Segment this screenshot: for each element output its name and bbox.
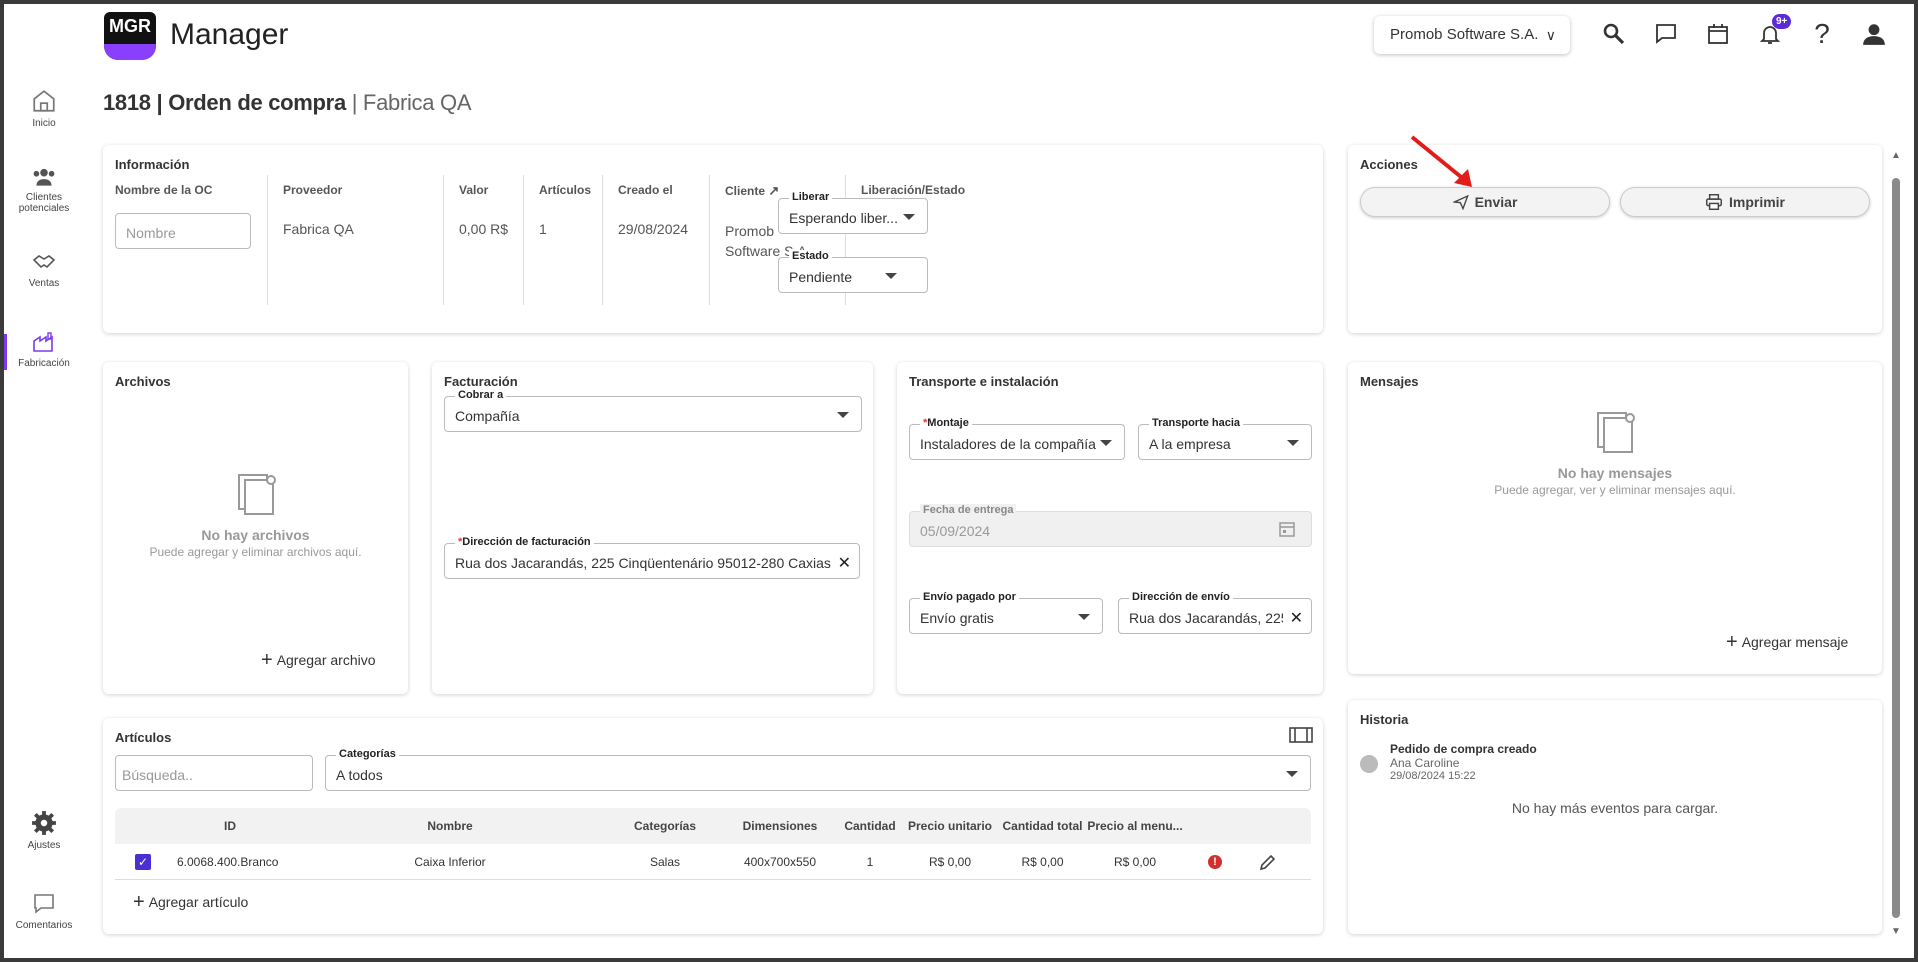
user-icon[interactable] bbox=[1858, 18, 1890, 50]
articles-title: Artículos bbox=[115, 730, 172, 745]
articles-search-input[interactable]: Búsqueda.. bbox=[115, 755, 313, 791]
add-file-button[interactable]: + Agregar archivo bbox=[261, 649, 376, 671]
top-header: MGR Manager Promob Software S.A. ∨ 9+ ? bbox=[100, 10, 1900, 62]
scrollbar-thumb[interactable] bbox=[1892, 178, 1900, 918]
print-button[interactable]: Imprimir bbox=[1620, 187, 1870, 217]
dropdown-arrow-icon bbox=[1286, 771, 1298, 777]
calendar-icon[interactable] bbox=[1702, 18, 1734, 50]
history-card: Historia Pedido de compra creado Ana Car… bbox=[1348, 700, 1882, 934]
sidebar-item-clientes[interactable]: Clientes potenciales bbox=[4, 166, 84, 214]
transport-title: Transporte e instalación bbox=[909, 374, 1059, 389]
help-icon[interactable]: ? bbox=[1806, 18, 1838, 50]
created-col: Creado el 29/08/2024 bbox=[603, 175, 710, 305]
sidebar-item-fabricacion[interactable]: Fabricación bbox=[4, 330, 84, 370]
sidebar-item-ajustes[interactable]: Ajustes bbox=[4, 810, 84, 851]
row-checkbox[interactable]: ✓ bbox=[135, 854, 151, 870]
notification-badge: 9+ bbox=[1772, 14, 1792, 29]
external-link-icon[interactable]: ↗ bbox=[768, 183, 779, 198]
info-title: Información bbox=[115, 157, 190, 172]
messages-title: Mensajes bbox=[1360, 374, 1419, 389]
sidebar-item-ventas[interactable]: Ventas bbox=[4, 250, 84, 289]
home-icon bbox=[33, 90, 55, 112]
shipping-paid-by-select[interactable]: Envío pagado por Envío gratis bbox=[909, 591, 1103, 634]
app-logo[interactable]: MGR bbox=[104, 12, 156, 60]
bell-icon[interactable]: 9+ bbox=[1754, 14, 1792, 50]
billing-card: Facturación Cobrar a Compañía *Dirección … bbox=[432, 362, 873, 694]
dropdown-arrow-icon bbox=[903, 214, 915, 220]
value-col: Valor 0,00 R$ bbox=[444, 175, 524, 305]
dropdown-arrow-icon bbox=[1287, 440, 1299, 446]
factory-icon bbox=[33, 332, 53, 352]
estado-select[interactable]: Estado Pendiente bbox=[778, 250, 928, 293]
oc-name-col: Nombre de la OC Nombre bbox=[115, 175, 268, 305]
page-scrollbar[interactable]: ▲ ▼ bbox=[1891, 150, 1901, 940]
history-no-more: No hay más eventos para cargar. bbox=[1511, 800, 1719, 816]
files-card: Archivos No hay archivos Puede agregar y… bbox=[103, 362, 408, 694]
history-event-dot bbox=[1360, 755, 1378, 773]
history-title: Historia bbox=[1360, 712, 1409, 727]
handshake-icon bbox=[32, 255, 56, 269]
sidebar-item-comentarios[interactable]: Comentarios bbox=[4, 892, 84, 931]
printer-icon bbox=[1705, 194, 1722, 210]
chat-icon[interactable] bbox=[1650, 18, 1682, 50]
columns-icon[interactable] bbox=[1289, 726, 1313, 744]
dropdown-arrow-icon bbox=[1100, 440, 1112, 446]
add-message-button[interactable]: + Agregar mensaje bbox=[1726, 631, 1848, 653]
page-title: 1818 | Orden de compra | Fabrica QA bbox=[103, 90, 472, 115]
delivery-date-field: Fecha de entrega 05/09/2024 bbox=[909, 504, 1312, 547]
assembly-select[interactable]: *Montaje Instaladores de la compañía bbox=[909, 417, 1125, 460]
plus-icon: + bbox=[133, 891, 145, 913]
billing-title: Facturación bbox=[444, 374, 518, 389]
transport-card: Transporte e instalación *Montaje Instala… bbox=[897, 362, 1323, 694]
edit-icon[interactable] bbox=[1259, 853, 1277, 871]
chevron-down-icon: ∨ bbox=[1545, 27, 1556, 43]
dropdown-arrow-icon bbox=[837, 412, 849, 418]
sidebar-item-inicio[interactable]: Inicio bbox=[4, 88, 84, 129]
plus-icon: + bbox=[1726, 631, 1738, 653]
plus-icon: + bbox=[261, 649, 273, 671]
articles-card: Artículos Búsqueda.. Categorías A todos I… bbox=[103, 718, 1323, 934]
scroll-up-icon[interactable]: ▲ bbox=[1891, 150, 1901, 161]
gear-icon bbox=[32, 811, 56, 835]
people-icon bbox=[33, 168, 55, 186]
liberar-select[interactable]: Liberar Esperando liber... bbox=[778, 191, 928, 234]
supplier-col: Proveedor Fabrica QA bbox=[268, 175, 444, 305]
categories-select[interactable]: Categorías A todos bbox=[325, 748, 1311, 791]
actions-card: Acciones Enviar Imprimir bbox=[1348, 135, 1882, 333]
messages-empty-state: No hay mensajes Puede agregar, ver y eli… bbox=[1348, 410, 1882, 497]
info-card: Información Nombre de la OC Nombre Prove… bbox=[103, 145, 1323, 333]
history-event: Pedido de compra creado Ana Caroline 29/… bbox=[1390, 742, 1537, 782]
annotation-arrow-icon bbox=[1410, 135, 1472, 187]
search-icon[interactable] bbox=[1598, 18, 1630, 50]
scroll-down-icon[interactable]: ▼ bbox=[1891, 926, 1901, 937]
files-title: Archivos bbox=[115, 374, 171, 389]
app-title: Manager bbox=[170, 18, 289, 51]
shipping-address-field[interactable]: Dirección de envío Rua dos Jacarandás, 22… bbox=[1118, 591, 1312, 634]
dropdown-arrow-icon bbox=[885, 273, 897, 279]
company-selector[interactable]: Promob Software S.A. ∨ bbox=[1374, 16, 1570, 54]
dropdown-arrow-icon bbox=[1078, 614, 1090, 620]
transport-to-select[interactable]: Transporte hacia A la empresa bbox=[1138, 417, 1312, 460]
articles-table-header: ID Nombre Categorías Dimensiones Cantida… bbox=[115, 808, 1311, 844]
table-row[interactable]: ✓ 6.0068.400.Branco Caixa Inferior Salas… bbox=[115, 844, 1311, 880]
oc-name-input[interactable]: Nombre bbox=[115, 213, 251, 249]
clear-icon[interactable]: ✕ bbox=[838, 553, 851, 573]
clear-icon[interactable]: ✕ bbox=[1290, 608, 1303, 628]
sidebar: Inicio Clientes potenciales Ventas Fabri… bbox=[4, 80, 84, 960]
document-icon bbox=[237, 474, 276, 515]
add-article-button[interactable]: + Agregar artículo bbox=[133, 891, 248, 913]
charge-to-select[interactable]: Cobrar a Compañía bbox=[444, 389, 862, 432]
comment-icon bbox=[34, 894, 54, 914]
files-empty-state: No hay archivos Puede agregar y eliminar… bbox=[103, 472, 408, 559]
document-icon bbox=[1597, 412, 1635, 453]
error-icon[interactable]: ! bbox=[1208, 855, 1222, 869]
articles-col: Artículos 1 bbox=[524, 175, 603, 305]
calendar-icon bbox=[1279, 522, 1295, 537]
messages-card: Mensajes No hay mensajes Puede agregar, … bbox=[1348, 362, 1882, 674]
billing-address-field[interactable]: *Dirección de facturación Rua dos Jacaran… bbox=[444, 536, 860, 579]
